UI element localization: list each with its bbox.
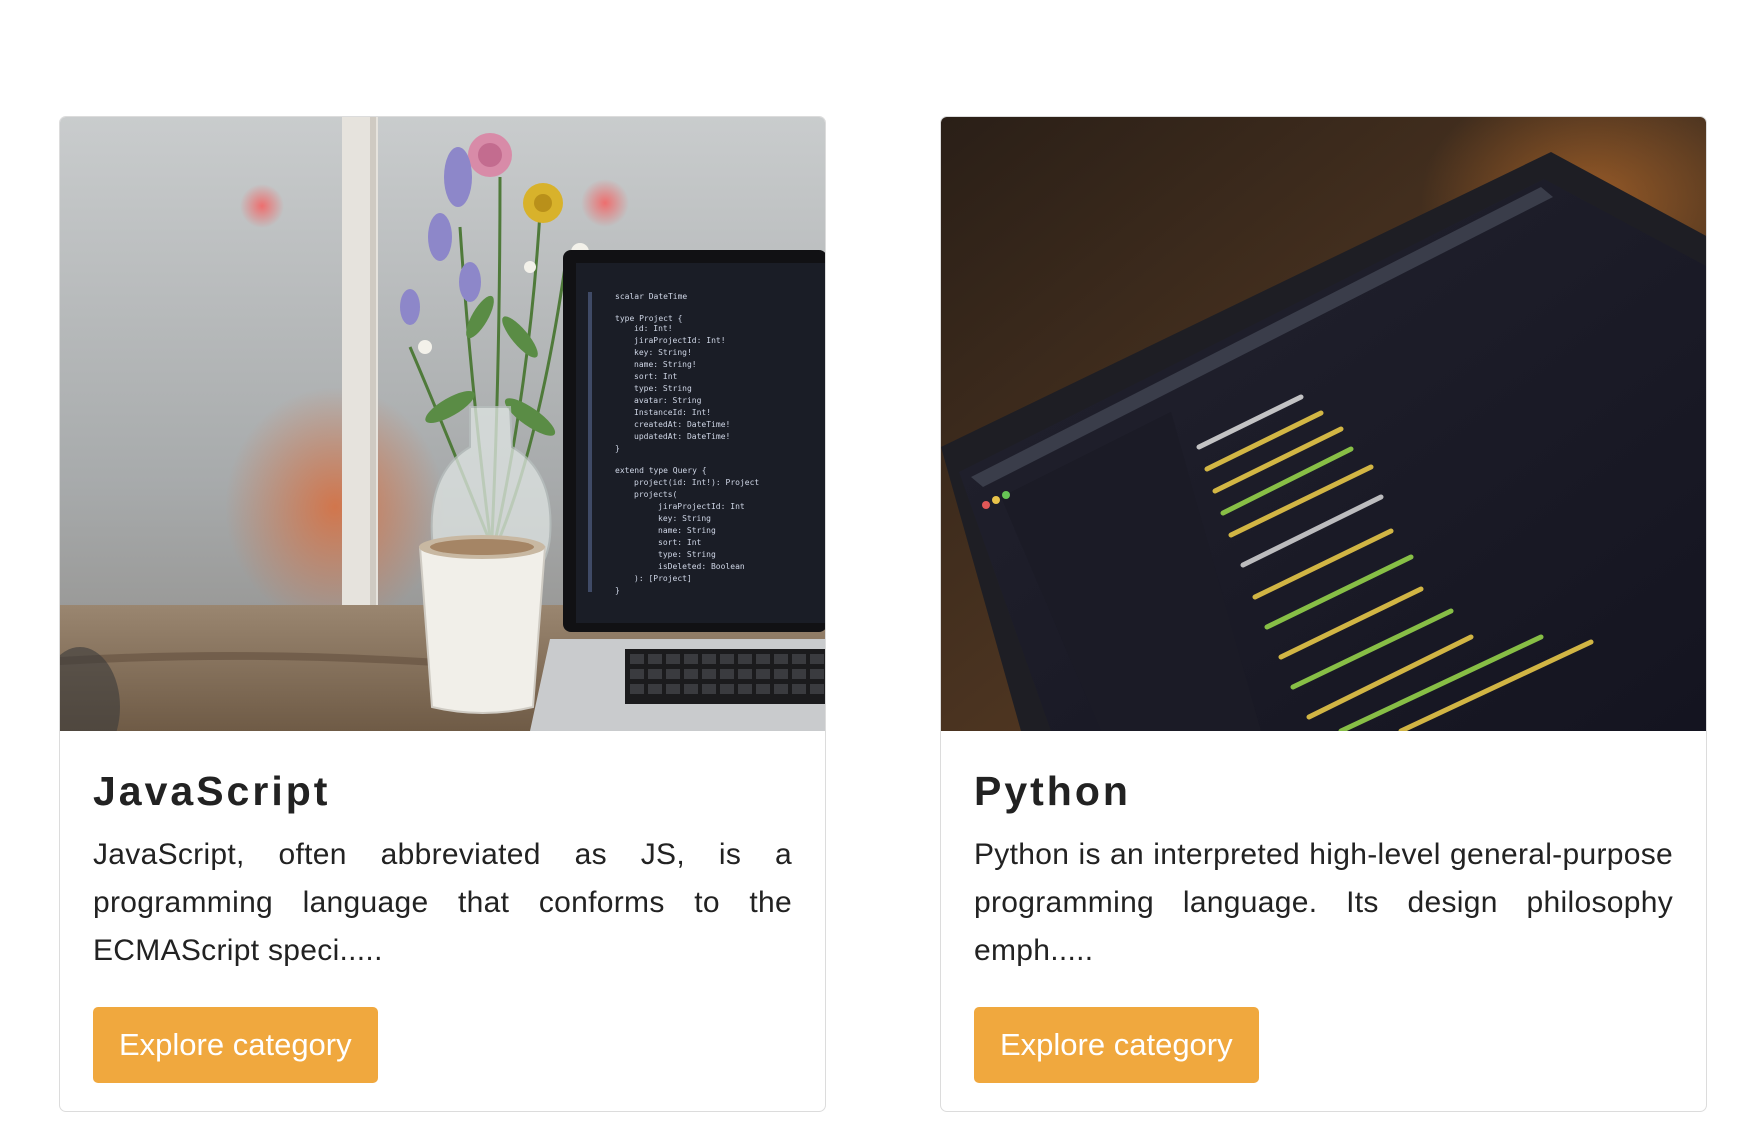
category-cards: scalar DateTime type Project { id: Int! … bbox=[59, 116, 1711, 1112]
svg-text:key: String!: key: String! bbox=[634, 348, 692, 357]
card-body-python: Python Python is an interpreted high-lev… bbox=[941, 731, 1706, 975]
laptop-flowers-photo: scalar DateTime type Project { id: Int! … bbox=[60, 117, 825, 731]
svg-text:avatar: String: avatar: String bbox=[634, 396, 702, 405]
svg-text:): [Project]: ): [Project] bbox=[634, 574, 692, 583]
category-card-javascript: scalar DateTime type Project { id: Int! … bbox=[59, 116, 826, 1112]
card-image-javascript: scalar DateTime type Project { id: Int! … bbox=[60, 117, 825, 731]
svg-text:name: String: name: String bbox=[658, 526, 716, 535]
svg-text:project(id: Int!): Project: project(id: Int!): Project bbox=[634, 478, 759, 487]
svg-text:}: } bbox=[615, 444, 620, 453]
laptop-code-photo bbox=[941, 117, 1706, 731]
svg-text:id: Int!: id: Int! bbox=[634, 324, 673, 333]
svg-text:InstanceId: Int!: InstanceId: Int! bbox=[634, 408, 711, 417]
svg-text:projects(: projects( bbox=[634, 490, 677, 499]
svg-text:type Project {: type Project { bbox=[615, 314, 682, 323]
card-title: JavaScript bbox=[93, 768, 331, 814]
svg-text:}: } bbox=[615, 586, 620, 595]
svg-text:updatedAt: DateTime!: updatedAt: DateTime! bbox=[634, 432, 730, 441]
svg-text:name: String!: name: String! bbox=[634, 360, 697, 369]
svg-text:extend type Query {: extend type Query { bbox=[615, 466, 707, 475]
card-title: Python bbox=[974, 768, 1131, 814]
explore-category-button-python[interactable]: Explore category bbox=[974, 1007, 1259, 1083]
card-image-python bbox=[941, 117, 1706, 731]
svg-text:type: String: type: String bbox=[658, 550, 716, 559]
category-card-python: Python Python is an interpreted high-lev… bbox=[940, 116, 1707, 1112]
svg-text:scalar DateTime: scalar DateTime bbox=[615, 292, 687, 301]
svg-text:key: String: key: String bbox=[658, 514, 711, 523]
svg-text:type: String: type: String bbox=[634, 384, 692, 393]
svg-text:isDeleted: Boolean: isDeleted: Boolean bbox=[658, 562, 745, 571]
svg-text:jiraProjectId: Int!: jiraProjectId: Int! bbox=[634, 336, 726, 345]
explore-category-button-javascript[interactable]: Explore category bbox=[93, 1007, 378, 1083]
svg-text:sort: Int: sort: Int bbox=[634, 372, 678, 381]
card-body-javascript: JavaScript JavaScript, often abbreviated… bbox=[60, 731, 825, 975]
svg-text:jiraProjectId: Int: jiraProjectId: Int bbox=[658, 502, 745, 511]
card-description: JavaScript, often abbreviated as JS, is … bbox=[93, 838, 792, 967]
svg-text:createdAt: DateTime!: createdAt: DateTime! bbox=[634, 420, 730, 429]
card-description: Python is an interpreted high-level gene… bbox=[974, 838, 1673, 967]
svg-text:sort: Int: sort: Int bbox=[658, 538, 702, 547]
